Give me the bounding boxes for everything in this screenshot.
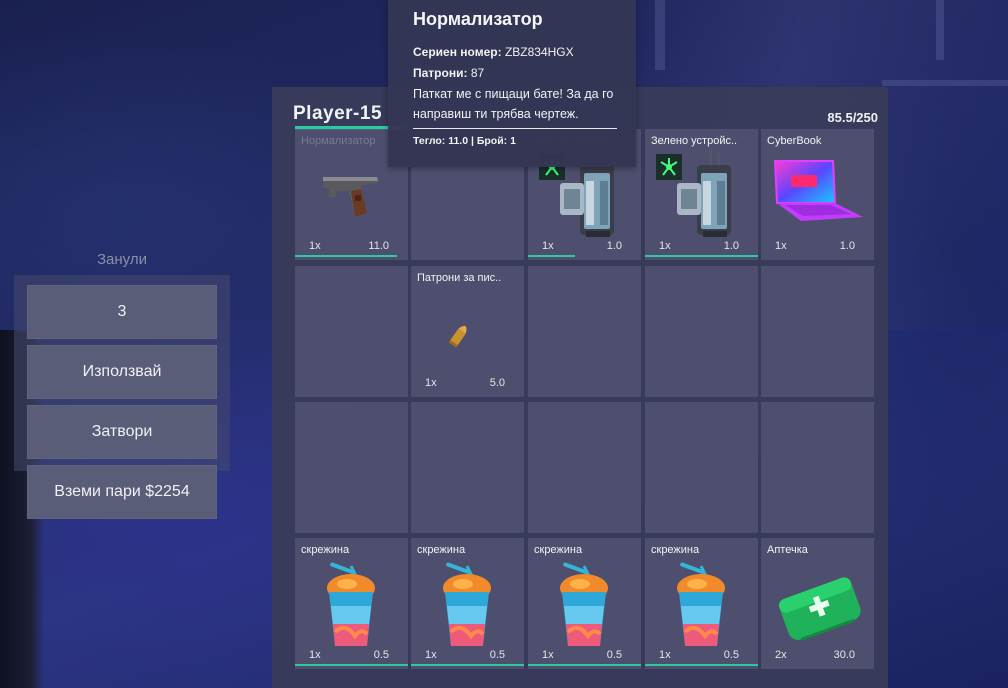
slot-durability-bar — [528, 664, 641, 666]
slot-item-weight: 5.0 — [489, 377, 505, 389]
slot-item-name: скрежина — [651, 544, 700, 556]
slot-item-count: 1x — [425, 377, 437, 389]
inventory-weight: 85.5/250 — [827, 110, 878, 125]
background-stripe — [882, 80, 1008, 86]
slot-item-weight: 0.5 — [723, 649, 739, 661]
network-tag-icon — [656, 154, 682, 180]
inventory-slot[interactable]: Патрони за пис.. 1x 5.0 — [411, 266, 524, 397]
tooltip-divider — [413, 128, 617, 129]
use-button[interactable]: Използвай — [27, 345, 217, 399]
slot-durability-bar — [411, 664, 524, 666]
slot-item-name: скрежина — [301, 544, 350, 556]
first-aid-kit-icon — [761, 556, 874, 656]
tooltip-serial: Сериен номер: ZBZ834HGX — [413, 45, 574, 59]
slot-item-weight: 1.0 — [839, 240, 855, 252]
inventory-player-name: Player-15 — [293, 103, 383, 124]
slot-durability-bar — [295, 255, 397, 257]
slot-durability-bar — [528, 255, 576, 257]
take-money-button[interactable]: Вземи пари $2254 — [27, 465, 217, 519]
action-panel-title: Занули — [97, 251, 147, 268]
tooltip-description: Паткат ме с пищаци бате! За да го направ… — [413, 87, 614, 121]
slot-item-weight: 0.5 — [373, 649, 389, 661]
slot-durability-bar — [645, 255, 758, 257]
bullet-icon — [411, 284, 524, 384]
inventory-slot[interactable] — [295, 402, 408, 533]
slot-item-count: 1x — [542, 649, 554, 661]
slot-item-name: скрежина — [534, 544, 583, 556]
inventory-slot[interactable]: скрежина 1x 0.5 — [411, 538, 524, 669]
inventory-slot[interactable] — [645, 402, 758, 533]
inventory-slot[interactable]: CyberBook 1x 1.0 — [761, 129, 874, 260]
slot-item-count: 1x — [775, 240, 787, 252]
tooltip-ammo-value: 87 — [470, 66, 485, 80]
inventory-slot[interactable] — [761, 402, 874, 533]
inventory-slot[interactable] — [411, 402, 524, 533]
inventory-slot[interactable] — [528, 402, 641, 533]
inventory-slot[interactable]: Аптечка 2x 30.0 — [761, 538, 874, 669]
slot-item-weight: 1.0 — [606, 240, 622, 252]
slot-item-weight: 11.0 — [368, 240, 389, 252]
inventory-slot[interactable]: скрежина 1x 0.5 — [295, 538, 408, 669]
slushie-cup-icon — [528, 556, 641, 656]
item-tooltip: Нормализатор Сериен номер: ZBZ834HGX Пат… — [388, 0, 636, 167]
inventory-slot[interactable] — [528, 266, 641, 397]
slot-item-name: Зелено устройс.. — [651, 135, 738, 147]
slot-item-name: Аптечка — [767, 544, 808, 556]
tooltip-serial-value: ZBZ834HGX — [504, 45, 574, 59]
slot-item-count: 1x — [425, 649, 437, 661]
slot-item-count: 1x — [542, 240, 554, 252]
inventory-slot[interactable]: скрежина 1x 0.5 — [645, 538, 758, 669]
slushie-cup-icon — [411, 556, 524, 656]
slot-item-weight: 1.0 — [723, 240, 739, 252]
slot-item-weight: 0.5 — [606, 649, 622, 661]
slushie-cup-icon — [295, 556, 408, 656]
close-button[interactable]: Затвори — [27, 405, 217, 459]
slot-item-name: Патрони за пис.. — [417, 272, 502, 284]
inventory-slot[interactable]: скрежина 1x 0.5 — [528, 538, 641, 669]
tooltip-serial-label: Сериен номер: — [413, 45, 502, 59]
tooltip-title: Нормализатор — [413, 9, 543, 29]
background-stripe — [936, 0, 944, 60]
tooltip-ammo: Патрони: 87 — [413, 66, 484, 80]
slot-item-name: CyberBook — [767, 135, 822, 147]
laptop-icon — [761, 147, 874, 247]
slushie-cup-icon — [645, 556, 758, 656]
background-stripe — [655, 0, 665, 70]
slot-item-count: 2x — [775, 649, 787, 661]
inventory-slot[interactable] — [761, 266, 874, 397]
slot-item-weight: 30.0 — [833, 649, 855, 661]
slot-item-name: скрежина — [417, 544, 466, 556]
inventory-slot[interactable] — [295, 266, 408, 397]
tooltip-ammo-label: Патрони: — [413, 66, 468, 80]
slot-durability-bar — [295, 664, 408, 666]
slot-item-weight: 0.5 — [489, 649, 505, 661]
slot-item-count: 1x — [659, 649, 671, 661]
tooltip-stats: Тегло: 11.0 | Брой: 1 — [413, 135, 516, 147]
amount-input[interactable]: 3 — [27, 285, 217, 339]
slot-item-count: 1x — [309, 240, 321, 252]
inventory-slot[interactable]: Зелено устройс.. 1x 1.0 — [645, 129, 758, 260]
slot-item-count: 1x — [309, 649, 321, 661]
inventory-slot[interactable] — [645, 266, 758, 397]
slot-durability-bar — [645, 664, 758, 666]
slot-item-count: 1x — [659, 240, 671, 252]
